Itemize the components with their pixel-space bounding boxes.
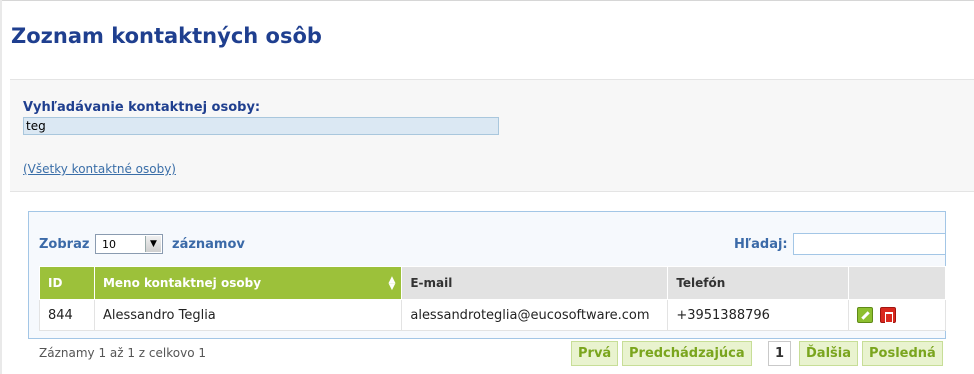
search-input[interactable] [23,117,499,135]
table-info: Záznamy 1 až 1 z celkovo 1 [39,346,206,360]
column-header-id[interactable]: ID [39,266,95,300]
page-title: Zoznam kontaktných osôb [11,24,322,48]
search-label: Vyhľadávanie kontaktnej osoby: [23,100,261,115]
filter-label: Hľadaj: [734,237,788,252]
filter-input[interactable] [793,233,946,255]
column-header-phone[interactable]: Telefón [667,266,850,300]
left-border [0,0,2,374]
trash-icon[interactable] [880,307,897,323]
records-label: záznamov [172,237,245,252]
chevron-down-icon[interactable]: ▼ [145,236,161,252]
pencil-icon[interactable] [857,307,874,323]
sort-icon: ▲ ▼ [388,275,396,292]
pager-current-page[interactable]: 1 [768,341,792,366]
cell-actions [848,299,946,331]
table-header-row: ID Meno kontaktnej osoby ▲ ▼ E-mail Telef… [39,266,946,300]
column-header-name-label: Meno kontaktnej osoby [102,276,262,290]
column-header-email[interactable]: E-mail [401,266,669,300]
column-header-actions [848,266,946,300]
pager-first-button[interactable]: Prvá [571,341,619,366]
pager-next-button[interactable]: Ďalšia [799,341,858,366]
cell-name: Alessandro Teglia [93,299,403,331]
page-size-select[interactable]: 10 ▼ [95,234,163,254]
page-size-value: 10 [102,238,116,251]
contacts-table: ID Meno kontaktnej osoby ▲ ▼ E-mail Telef… [39,266,946,331]
show-label: Zobraz [39,237,90,252]
table-row: 844 Alessandro Teglia alessandroteglia@e… [39,299,946,331]
pager-last-button[interactable]: Posledná [862,341,943,366]
column-header-name[interactable]: Meno kontaktnej osoby ▲ ▼ [93,266,403,300]
cell-email: alessandroteglia@eucosoftware.com [401,299,669,331]
cell-phone: +3951388796 [667,299,850,331]
cell-id: 844 [39,299,95,331]
pager-previous-button[interactable]: Predchádzajúca [622,341,752,366]
all-contacts-link[interactable]: (Všetky kontaktné osoby) [23,162,176,176]
top-border [0,0,974,1]
